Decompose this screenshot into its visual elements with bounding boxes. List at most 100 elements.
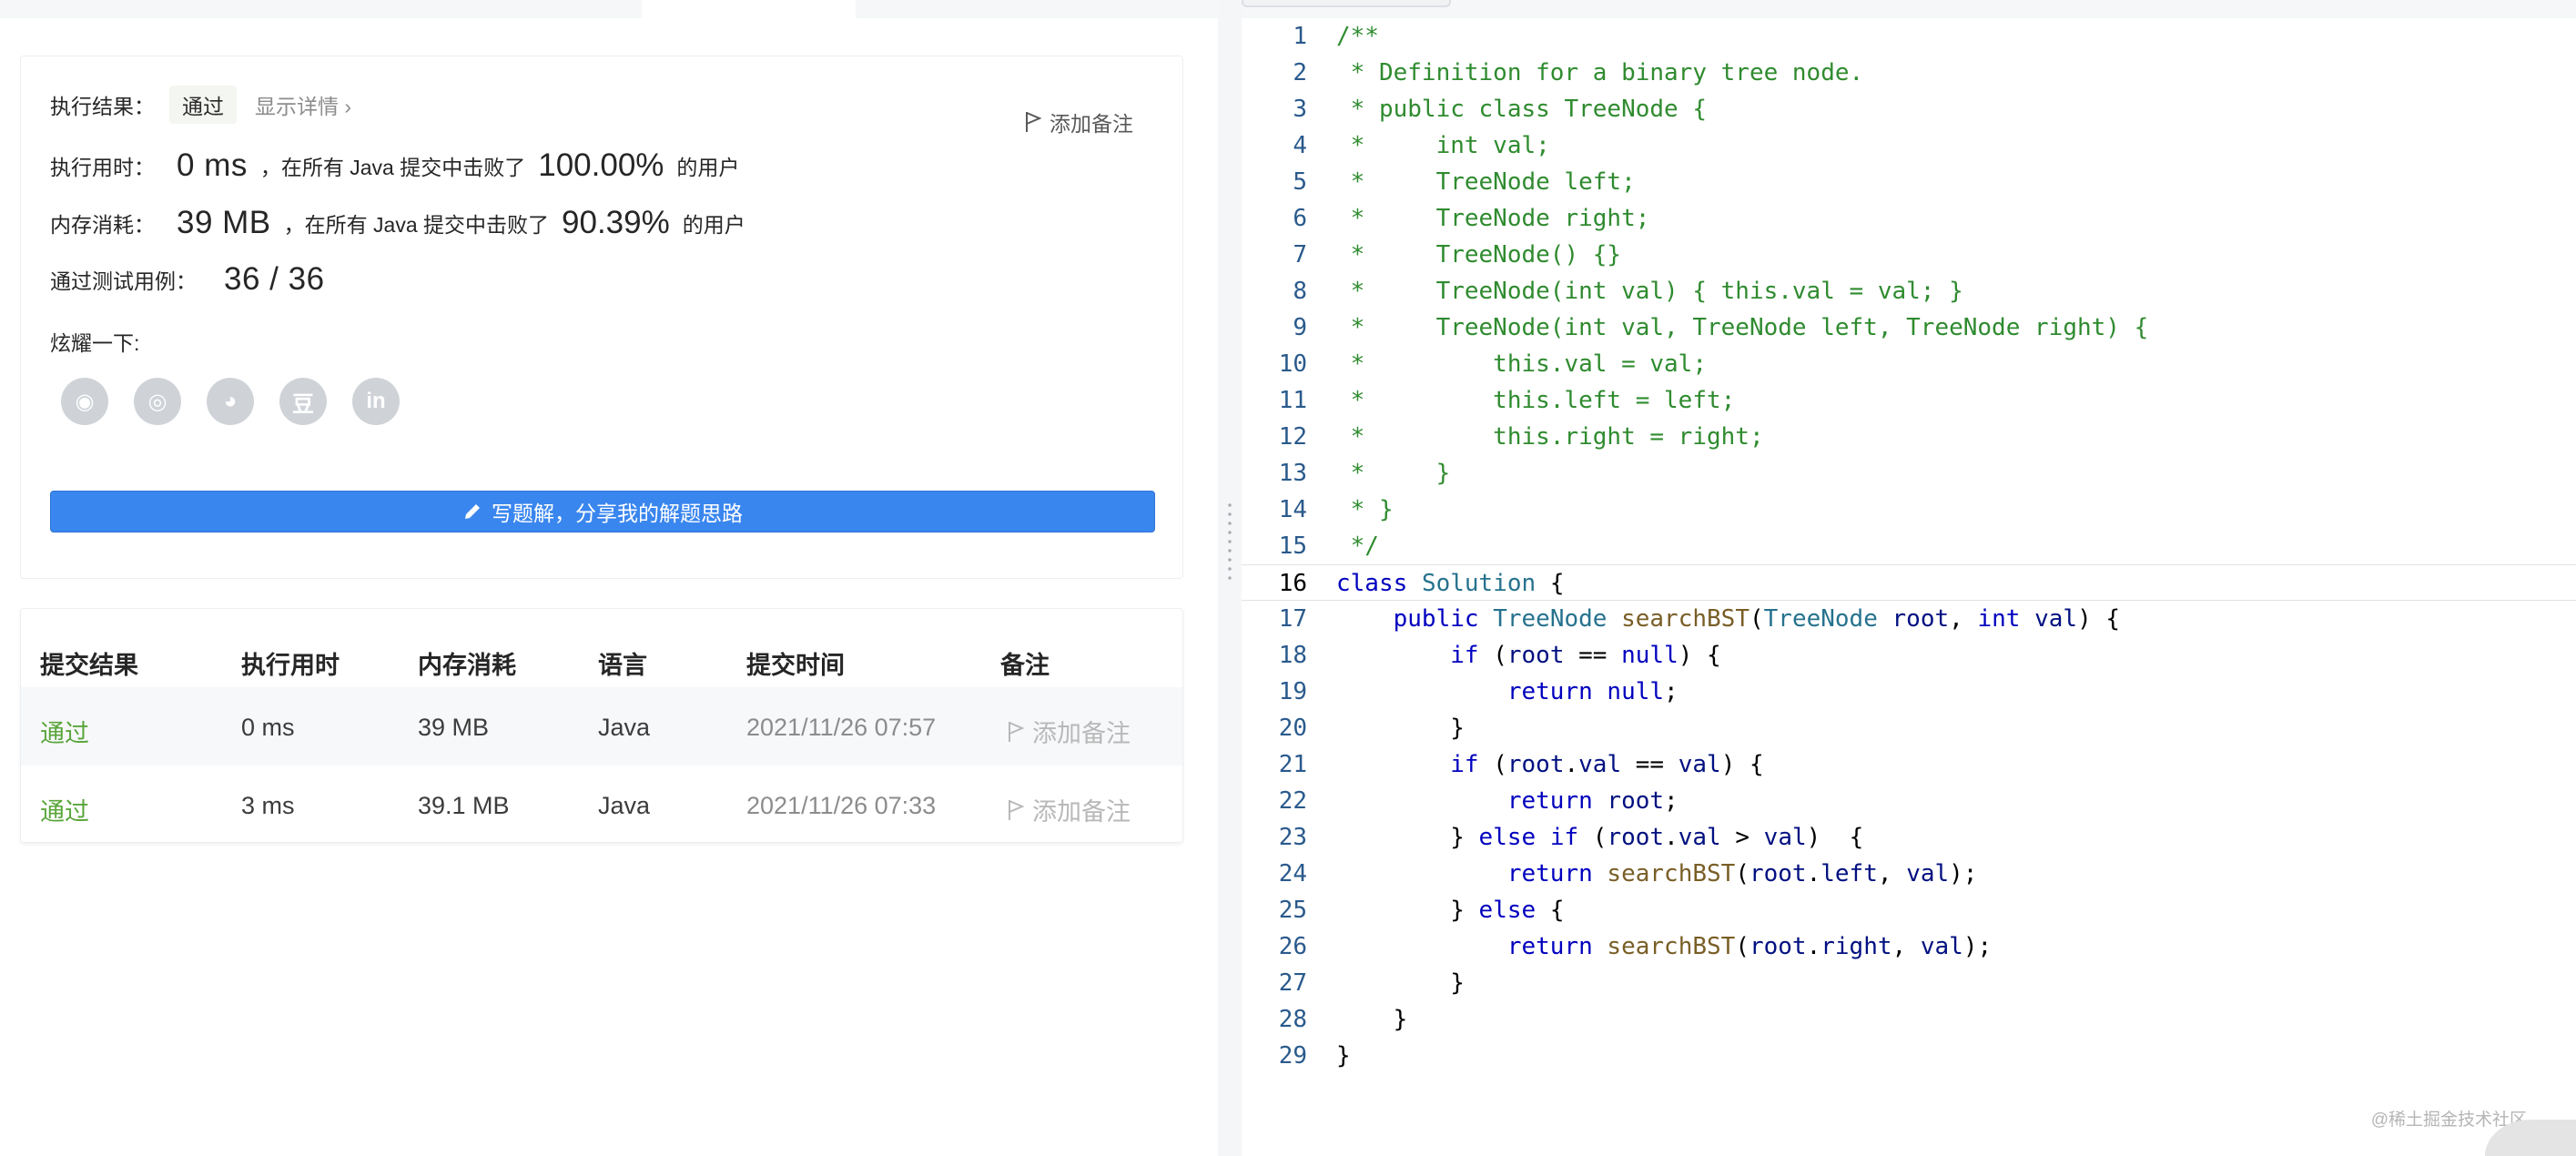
- code-text: * this.val = val;: [1336, 350, 1707, 378]
- line-number: 3: [1293, 96, 1307, 123]
- row-note-label: 添加备注: [1032, 720, 1131, 747]
- code-text: }: [1336, 1042, 1351, 1070]
- code-line: 22 return root;: [1242, 783, 2576, 819]
- code-line: 15 */: [1242, 528, 2576, 564]
- tests-value: 36 / 36: [224, 261, 325, 297]
- linkedin-icon[interactable]: in: [352, 378, 400, 425]
- row-add-note[interactable]: 添加备注: [1007, 792, 1131, 827]
- panel-resize-handle[interactable]: [1218, 0, 1242, 1156]
- code-text: }: [1336, 715, 1465, 742]
- row-status[interactable]: 通过: [40, 792, 89, 827]
- row-submit-time: 2021/11/26 07:57: [746, 714, 937, 741]
- douban-icon[interactable]: 豆: [279, 378, 327, 425]
- show-details-link[interactable]: 显示详情 ›: [255, 89, 351, 120]
- code-text: * Definition for a binary tree node.: [1336, 59, 1864, 86]
- memory-value: 39 MB: [177, 205, 271, 240]
- line-number: 7: [1293, 241, 1307, 269]
- code-text: } else {: [1336, 897, 1565, 924]
- line-number: 13: [1278, 460, 1307, 487]
- code-text: if (root == null) {: [1450, 642, 1721, 669]
- code-line: 3 * public class TreeNode {: [1242, 91, 2576, 127]
- header-status: 提交结果: [40, 652, 138, 679]
- line-number: 22: [1278, 787, 1307, 815]
- flag-icon: [1009, 721, 1025, 742]
- row-runtime: 3 ms: [241, 792, 295, 819]
- runtime-beat-suffix: 的用户: [676, 156, 740, 179]
- share-label: 炫耀一下:: [50, 331, 140, 355]
- line-number: 5: [1293, 168, 1307, 196]
- code-text: * int val;: [1336, 132, 1550, 159]
- line-number: 12: [1278, 423, 1307, 451]
- submissions-table: 提交结果 执行用时 内存消耗 语言 提交时间 备注 通过 0 ms 39 MB …: [20, 608, 1183, 843]
- code-text: if (root.val == val) {: [1450, 751, 1764, 778]
- exec-result-label: 执行结果：: [50, 95, 155, 118]
- row-memory: 39 MB: [418, 714, 490, 741]
- editor-tab-handle[interactable]: [1242, 0, 1451, 7]
- code-text: }: [1336, 969, 1465, 997]
- table-row[interactable]: 通过 0 ms 39 MB Java 2021/11/26 07:57 添加备注: [21, 687, 1182, 766]
- line-number: 23: [1278, 824, 1307, 851]
- table-header: 提交结果 执行用时 内存消耗 语言 提交时间 备注: [21, 609, 1182, 687]
- add-note-button[interactable]: 添加备注: [1024, 106, 1133, 137]
- line-number: 2: [1293, 59, 1307, 86]
- write-solution-button[interactable]: 写题解，分享我的解题思路: [50, 491, 1155, 532]
- submission-panel: 执行结果： 通过 显示详情 › 添加备注 执行用时： 0 ms ，在所有 Jav…: [0, 18, 1218, 1156]
- result-card: 执行结果： 通过 显示详情 › 添加备注 执行用时： 0 ms ，在所有 Jav…: [20, 56, 1183, 579]
- code-line: 26 return searchBST(root.right, val);: [1242, 928, 2576, 965]
- code-text: * this.right = right;: [1336, 423, 1764, 451]
- line-number: 1: [1293, 23, 1307, 50]
- active-tab[interactable]: [642, 0, 856, 18]
- code-line: 17 public TreeNode searchBST(TreeNode ro…: [1242, 601, 2576, 637]
- code-line: 2 * Definition for a binary tree node.: [1242, 55, 2576, 91]
- code-text: * TreeNode left;: [1336, 168, 1636, 196]
- row-note-label: 添加备注: [1032, 798, 1131, 826]
- code-text: return null;: [1506, 678, 1678, 705]
- code-text: * TreeNode(int val, TreeNode left, TreeN…: [1336, 314, 2149, 341]
- code-text: class Solution {: [1336, 570, 1565, 597]
- wechat-icon[interactable]: ◉: [61, 378, 108, 425]
- runtime-beat-prefix: ，在所有 Java 提交中击败了: [259, 156, 526, 179]
- weibo-icon[interactable]: ◎: [134, 378, 181, 425]
- header-runtime: 执行用时: [241, 652, 340, 679]
- line-number: 11: [1278, 387, 1307, 414]
- row-add-note[interactable]: 添加备注: [1007, 714, 1131, 749]
- code-line: 13 * }: [1242, 455, 2576, 492]
- flag-icon: [1009, 799, 1025, 820]
- code-line: 20 }: [1242, 710, 2576, 746]
- header-language: 语言: [598, 652, 647, 679]
- add-note-label: 添加备注: [1050, 112, 1133, 136]
- line-number: 21: [1278, 751, 1307, 778]
- code-text: } else if (root.val > val) {: [1336, 824, 1864, 851]
- code-line: 23 } else if (root.val > val) {: [1242, 819, 2576, 856]
- code-text: * }: [1336, 496, 1394, 523]
- code-editor[interactable]: 1 /** 2 * Definition for a binary tree no…: [1242, 18, 2576, 1156]
- memory-beat-suffix: 的用户: [682, 213, 745, 237]
- code-line: 12 * this.right = right;: [1242, 419, 2576, 455]
- qq-icon[interactable]: ◕: [207, 378, 254, 425]
- table-row[interactable]: 通过 3 ms 39.1 MB Java 2021/11/26 07:33 添加…: [21, 766, 1182, 844]
- flag-icon: [1026, 112, 1042, 132]
- line-number: 28: [1278, 1006, 1307, 1033]
- line-number: 26: [1278, 933, 1307, 960]
- share-icons: ◉ ◎ ◕ 豆 in: [61, 378, 400, 425]
- row-submit-time: 2021/11/26 07:33: [746, 792, 937, 819]
- row-language: Java: [598, 792, 651, 819]
- code-line: 19 return null;: [1242, 674, 2576, 710]
- line-number: 18: [1278, 642, 1307, 669]
- runtime-label: 执行用时：: [50, 156, 155, 179]
- line-number: 6: [1293, 205, 1307, 232]
- row-status[interactable]: 通过: [40, 714, 89, 749]
- code-text: * public class TreeNode {: [1336, 96, 1707, 123]
- line-number: 9: [1293, 314, 1307, 341]
- line-number: 16: [1278, 570, 1307, 597]
- code-line: 8 * TreeNode(int val) { this.val = val; …: [1242, 273, 2576, 309]
- pencil-icon: [465, 504, 480, 519]
- runtime-value: 0 ms: [177, 147, 248, 183]
- code-text: * }: [1336, 460, 1451, 487]
- code-text: public TreeNode searchBST(TreeNode root,…: [1393, 605, 2121, 633]
- code-line: 28 }: [1242, 1001, 2576, 1038]
- code-line: 18 if (root == null) {: [1242, 637, 2576, 674]
- code-line: 14 * }: [1242, 492, 2576, 528]
- row-language: Java: [598, 714, 651, 741]
- code-line: 7 * TreeNode() {}: [1242, 237, 2576, 273]
